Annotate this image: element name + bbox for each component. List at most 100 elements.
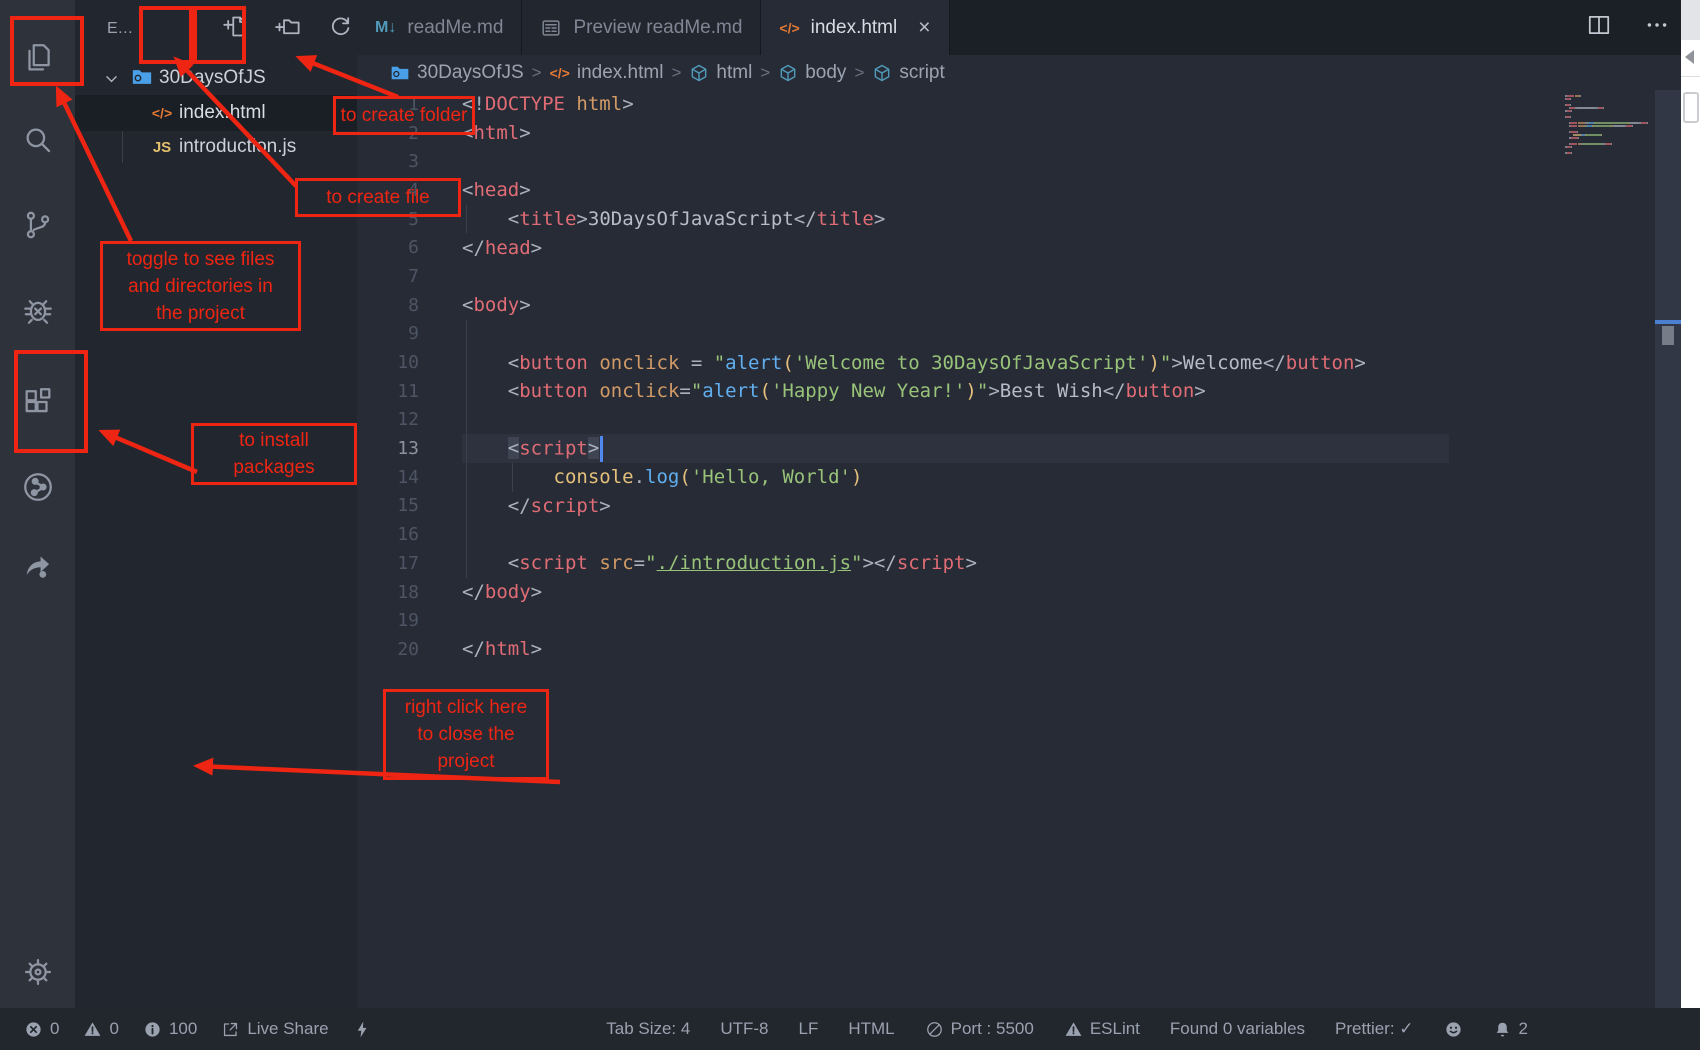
activitybar-item-run-and-debug[interactable] [0,280,75,344]
symbol-cube-icon [778,63,798,83]
status-item-lf[interactable]: LF [799,1019,819,1039]
folder-icon [125,66,159,91]
status-item-html[interactable]: HTML [848,1019,894,1039]
tab-readme.md[interactable]: M↓readMe.md [357,0,522,55]
line-number: 20 [357,639,419,660]
code-line-6[interactable]: 6</head> [357,233,1681,262]
status-item-prettier-[interactable]: Prettier: ✓ [1335,1019,1413,1039]
refresh-icon[interactable] [324,14,356,44]
activitybar-item-settings[interactable] [0,942,75,1006]
code-line-15[interactable]: 15 </script> [357,492,1681,521]
smiley-icon [1444,1020,1463,1039]
status-item-port-5500[interactable]: Port : 5500 [925,1019,1034,1039]
code-line-3[interactable]: 3 [357,147,1681,176]
activitybar-item-source-control[interactable] [0,195,75,259]
status-text: 2 [1519,1019,1528,1039]
status-item-0[interactable]: 0 [24,1019,59,1039]
editor-scrollbar[interactable] [1655,90,1681,1008]
status-item-0[interactable]: 0 [83,1019,118,1039]
code-line-1[interactable]: 1<!DOCTYPE html> [357,90,1681,119]
code-line-16[interactable]: 16 [357,520,1681,549]
line-number: 8 [357,295,419,316]
code-line-4[interactable]: 4<head> [357,176,1681,205]
tab-label: index.html [811,17,898,39]
explorer-header: E... [75,0,357,58]
more-actions-icon[interactable] [1644,12,1670,43]
code-line-5[interactable]: 5 <title>30DaysOfJavaScript</title> [357,205,1681,234]
page-scrollbar-thumb[interactable] [1683,92,1699,123]
code-line-19[interactable]: 19 [357,606,1681,635]
tab-preview-readme.md[interactable]: Preview readMe.md [522,0,761,55]
code-line-8[interactable]: 8<body> [357,291,1681,320]
error-icon [24,1020,43,1039]
status-item-bolt-icon[interactable] [353,1020,372,1039]
breadcrumb-item-index.html[interactable]: </>index.html [550,62,664,84]
minimap[interactable] [1565,95,1655,215]
breadcrumb-item-body[interactable]: body [778,62,846,84]
code-line-14[interactable]: 14 console.log('Hello, World') [357,463,1681,492]
status-text: Tab Size: 4 [606,1019,690,1039]
file-row-introduction.js[interactable]: JSintroduction.js [75,129,357,165]
symbol-cube-icon [872,63,892,83]
code-line-12[interactable]: 12 [357,406,1681,435]
new-file-icon[interactable] [219,14,251,44]
status-item-2[interactable]: 2 [1493,1019,1528,1039]
status-text: 0 [50,1019,59,1039]
vscode-window: E... 30DaysOfJS </>index.htmlJSintroduct… [0,0,1700,1050]
code-line-20[interactable]: 20</html> [357,635,1681,664]
page-scrollbar-area [1681,0,1700,1008]
activitybar-item-explorer[interactable] [0,28,75,92]
status-item-smiley-icon[interactable] [1444,1020,1463,1039]
line-number: 12 [357,409,419,430]
close-icon[interactable]: × [918,16,930,40]
code-editor[interactable]: 1<!DOCTYPE html>2<html>34<head>5 <title>… [357,90,1681,1008]
extensions-icon [21,385,55,424]
breadcrumb-label: html [716,62,752,84]
code-line-13[interactable]: 13 <script> [357,434,1681,463]
activitybar-item-extensions[interactable] [0,372,75,436]
split-editor-icon[interactable] [1586,12,1612,43]
chevron-down-icon[interactable] [103,70,125,87]
breadcrumb-separator: > [760,63,770,83]
folder-row-30daysofjs[interactable]: 30DaysOfJS [75,60,357,96]
code-line-17[interactable]: 17 <script src="./introduction.js"></scr… [357,549,1681,578]
activitybar-item-search[interactable] [0,110,75,174]
status-item-tab-size-4[interactable]: Tab Size: 4 [606,1019,690,1039]
breadcrumb-label: index.html [577,62,664,84]
line-number: 5 [357,209,419,230]
status-item-found-0-variables[interactable]: Found 0 variables [1170,1019,1305,1039]
tab-index.html[interactable]: </>index.html× [761,0,949,55]
file-label: index.html [179,102,266,124]
status-item-live-share[interactable]: Live Share [221,1019,328,1039]
activitybar-item-share[interactable] [0,535,75,599]
code-line-18[interactable]: 18</body> [357,578,1681,607]
file-row-index.html[interactable]: </>index.html [75,95,357,131]
code-line-7[interactable]: 7 [357,262,1681,291]
explorer-sidebar: E... 30DaysOfJS </>index.htmlJSintroduct… [75,0,357,1008]
breadcrumb-item-30DaysOfJS[interactable]: 30DaysOfJS [390,62,524,84]
files-icon [21,41,55,80]
breadcrumb-item-html[interactable]: html [689,62,752,84]
activitybar-item-live-share[interactable] [0,457,75,521]
scrollbar-thumb[interactable] [1662,326,1674,345]
status-item-eslint[interactable]: ESLint [1064,1019,1140,1039]
status-item-100[interactable]: 100 [143,1019,197,1039]
code-line-10[interactable]: 10 <button onclick = "alert('Welcome to … [357,348,1681,377]
new-folder-icon[interactable] [272,14,304,44]
code-line-2[interactable]: 2<html> [357,119,1681,148]
tab-bar: M↓readMe.mdPreview readMe.md</>index.htm… [357,0,1681,55]
share-icon [221,1020,240,1039]
breadcrumb-item-script[interactable]: script [872,62,944,84]
bolt-icon [353,1020,372,1039]
code-line-9[interactable]: 9 [357,320,1681,349]
status-text: Prettier: ✓ [1335,1019,1413,1039]
line-number: 14 [357,467,419,488]
status-text: 0 [109,1019,118,1039]
breadcrumb-label: script [899,62,944,84]
split-editor-icon [1586,25,1612,42]
new-file-icon [222,13,249,45]
line-number: 13 [357,438,419,459]
code-line-11[interactable]: 11 <button onclick="alert('Happy New Yea… [357,377,1681,406]
status-text: Live Share [247,1019,328,1039]
status-item-utf-8[interactable]: UTF-8 [720,1019,768,1039]
